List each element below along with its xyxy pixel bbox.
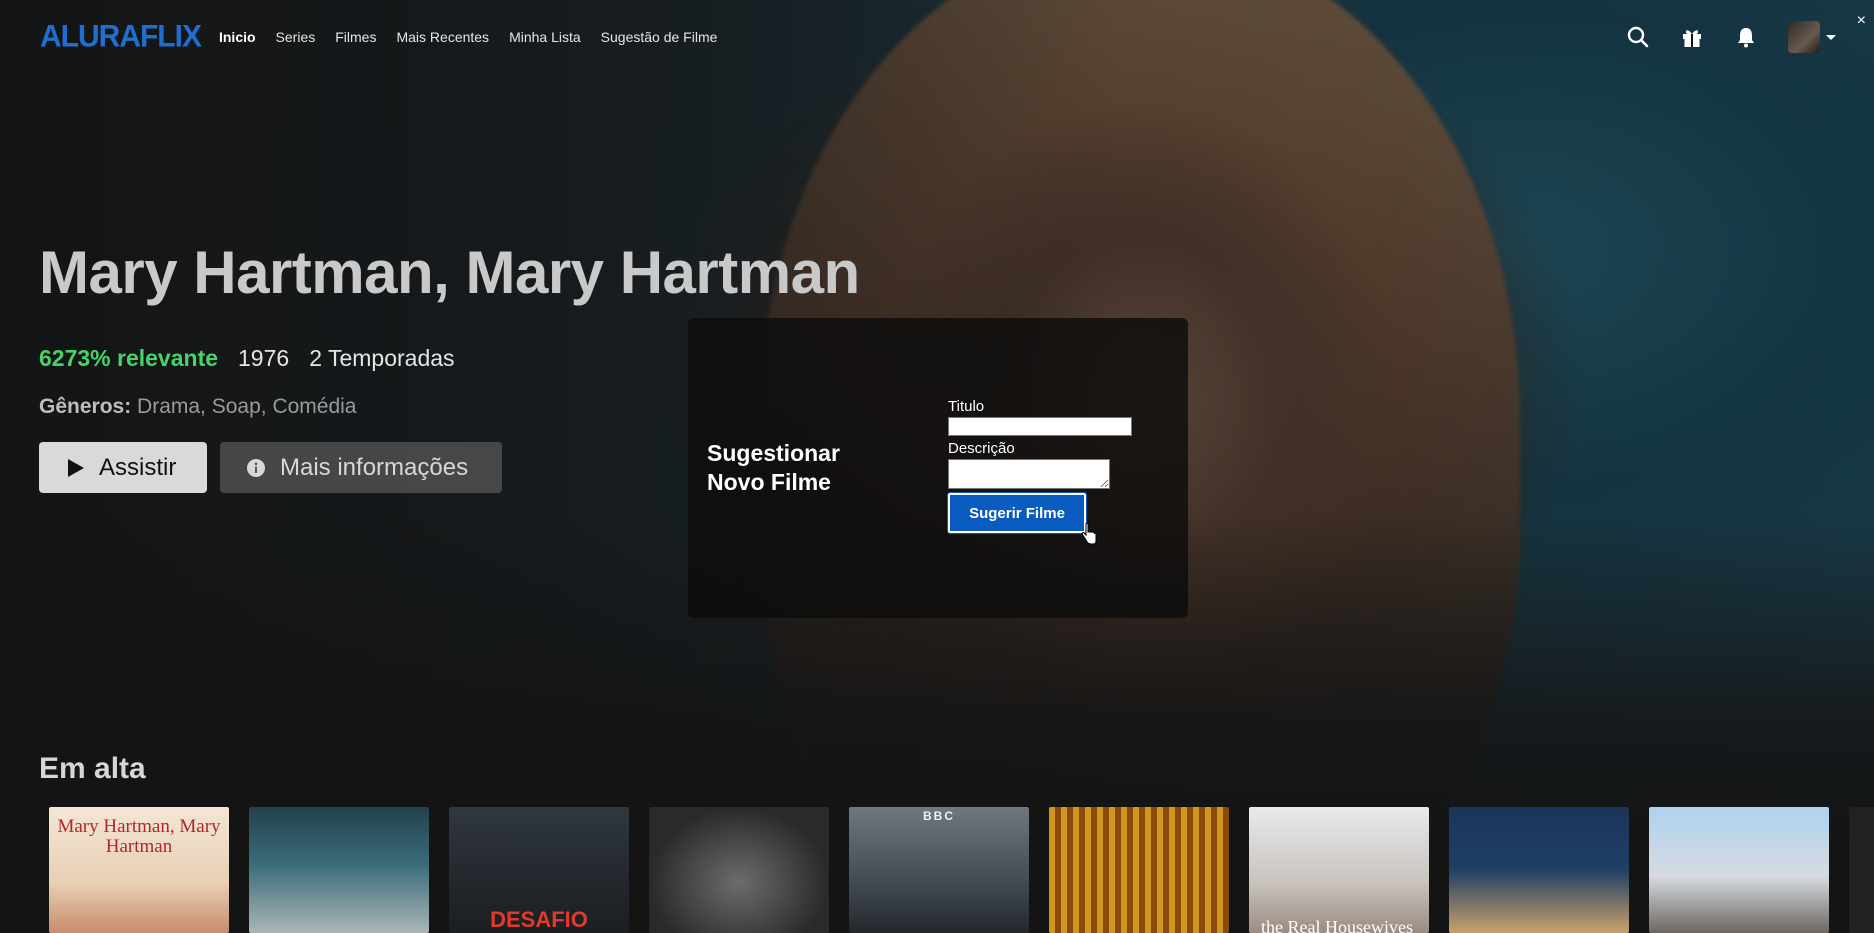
nav-link-inicio[interactable]: Inicio — [219, 29, 256, 45]
nav-links: Inicio Series Filmes Mais Recentes Minha… — [219, 29, 737, 45]
hero-actions: Assistir Mais informações — [39, 442, 502, 493]
info-icon — [247, 458, 265, 477]
nav-link-filmes[interactable]: Filmes — [335, 29, 376, 45]
nav-link-mais-recentes[interactable]: Mais Recentes — [396, 29, 489, 45]
poster-card[interactable] — [649, 807, 829, 933]
poster-card[interactable] — [249, 807, 429, 933]
poster-title: the Real Housewives — [1261, 917, 1413, 933]
description-textarea[interactable] — [948, 459, 1110, 489]
avatar — [1788, 21, 1820, 53]
title-field-label: Titulo — [948, 398, 985, 415]
nav-link-minha-lista[interactable]: Minha Lista — [509, 29, 581, 45]
mouse-pointer-icon — [1081, 523, 1097, 545]
poster-card[interactable] — [1449, 807, 1629, 933]
top-nav: ALURAFLIX Inicio Series Filmes Mais Rece… — [0, 0, 1874, 74]
nav-link-sugestao-de-filme[interactable]: Sugestão de Filme — [601, 29, 718, 45]
play-icon — [68, 458, 84, 477]
play-button[interactable]: Assistir — [39, 442, 207, 493]
bell-icon[interactable] — [1734, 25, 1758, 49]
close-icon[interactable]: × — [1857, 12, 1866, 30]
poster-card[interactable] — [1049, 807, 1229, 933]
season-count: 2 Temporadas — [309, 345, 455, 371]
poster-card[interactable]: BBC — [849, 807, 1029, 933]
poster-card[interactable]: the Real Housewives — [1249, 807, 1429, 933]
aluraflix-logo[interactable]: ALURAFLIX — [40, 19, 202, 55]
app-root: ALURAFLIX Inicio Series Filmes Mais Rece… — [0, 0, 1874, 933]
nav-actions — [1626, 0, 1836, 74]
genres-label: Gêneros: — [39, 395, 132, 418]
modal-title: Sugestionar Novo Filme — [707, 440, 840, 495]
more-info-button-label: Mais informações — [280, 453, 469, 481]
suggest-movie-form: Titulo Descrição Sugerir Filme — [947, 398, 1148, 534]
chevron-down-icon — [1826, 34, 1836, 40]
poster-title: BBC — [923, 809, 955, 823]
title-input[interactable] — [948, 417, 1132, 436]
hero-title: Mary Hartman, Mary Hartman — [39, 239, 860, 306]
gift-icon[interactable] — [1680, 25, 1704, 49]
poster-title: Mary Hartman, Mary Hartman — [57, 816, 221, 857]
poster-card[interactable]: DESAFIO — [449, 807, 629, 933]
trending-row: Mary Hartman, Mary Hartman DESAFIO BBC t… — [49, 807, 1874, 933]
poster-title: DESAFIO — [490, 907, 588, 932]
description-field-label: Descrição — [948, 440, 1015, 457]
genres: Gêneros: Drama, Soap, Comédia — [39, 395, 356, 419]
poster-card[interactable] — [1849, 807, 1874, 933]
suggest-movie-button[interactable]: Sugerir Filme — [947, 492, 1087, 534]
hero-meta: 6273% relevante 1976 2 Temporadas — [39, 345, 455, 372]
nav-link-series[interactable]: Series — [276, 29, 316, 45]
poster-card[interactable]: Mary Hartman, Mary Hartman — [49, 807, 229, 933]
search-icon[interactable] — [1626, 25, 1650, 49]
play-button-label: Assistir — [99, 453, 177, 481]
poster-card[interactable] — [1649, 807, 1829, 933]
genres-list: Drama, Soap, Comédia — [137, 395, 357, 418]
profile-menu[interactable] — [1788, 21, 1836, 53]
more-info-button[interactable]: Mais informações — [220, 442, 502, 493]
release-year: 1976 — [238, 345, 290, 371]
suggest-movie-modal: Sugestionar Novo Filme Titulo Descrição … — [688, 318, 1188, 618]
relevance-score: 6273% relevante — [39, 345, 219, 371]
row-title-em-alta: Em alta — [39, 752, 146, 785]
